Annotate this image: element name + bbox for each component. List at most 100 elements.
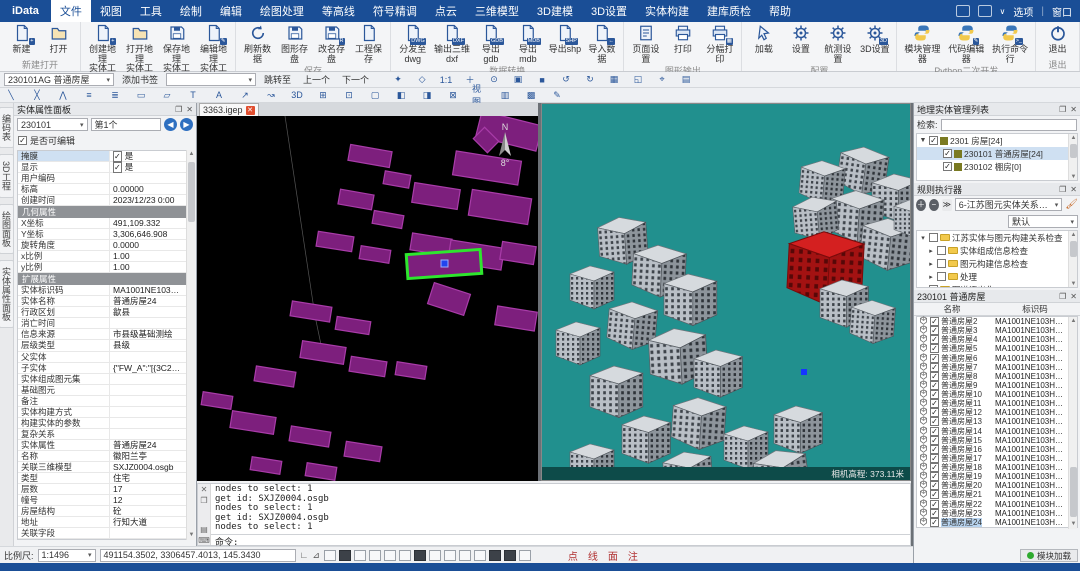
property-row[interactable]: 创建时间2023/12/23 0:00 [18,195,186,206]
entity-list[interactable]: ✓普通房屋2MA1001NE103H1535...✓普通房屋3MA1001NE1… [916,316,1078,528]
jump-to-button[interactable]: 跳转至 [260,73,295,86]
edit-icon[interactable]: ✎ [550,89,564,101]
rule-tree-item[interactable]: ▸处理 [917,270,1077,283]
property-row[interactable]: 标高0.00000 [18,184,186,195]
menu-tab-视图[interactable]: 视图 [91,0,131,22]
property-row[interactable]: 基础图元 [18,385,186,396]
expander-icon[interactable]: ▼ [919,137,927,144]
entity-checkbox[interactable]: ✓ [930,326,939,335]
menu-tab-编辑[interactable]: 编辑 [211,0,251,22]
map-canvas-2d[interactable]: N 8° [197,116,538,481]
rule-set-combo[interactable]: 6-江苏图元实体关系质检▾ [955,198,1063,211]
ribbon-button-导出gdb[interactable]: GDB导出gdb [472,23,509,65]
ribbon-button-分幅打印[interactable]: ▦分幅打印 [701,23,738,65]
property-row[interactable]: 父实体 [18,352,186,363]
expander-icon[interactable]: ▸ [927,247,935,255]
entity-type-tree[interactable]: ▼✓2301 房屋[24]✓230101 普通房屋[24]✓230102 棚房[… [916,133,1078,181]
tree-item[interactable]: ✓230101 普通房屋[24] [917,147,1077,160]
mode-button-注[interactable]: 注 [623,548,643,563]
menu-tab-建库质检[interactable]: 建库质检 [698,0,760,22]
document-tab[interactable]: 3363.igep ✕ [199,103,259,116]
property-row[interactable]: Y坐标3,306,646.908 [18,229,186,240]
entity-checkbox[interactable]: ✓ [930,509,939,518]
status-toggle-9[interactable] [459,550,471,561]
menu-tab-绘图处理[interactable]: 绘图处理 [251,0,313,22]
ribbon-button-执行命令行[interactable]: >_执行命令行 [988,23,1032,65]
rect-tool-icon[interactable]: ▭ [134,89,148,101]
cell-view-icon[interactable]: ⊡ [342,89,356,101]
mode-button-点[interactable]: 点 [563,548,583,563]
window-menu[interactable]: 窗口 [1052,4,1072,19]
property-value[interactable]: 3,306,646.908 [110,229,186,239]
menu-tab-帮助[interactable]: 帮助 [760,0,800,22]
entity-row[interactable]: ✓普通房屋24MA1001NE103H1535... [919,518,1067,527]
rule-checkbox[interactable] [937,246,946,255]
command-log[interactable]: nodes to select: 1get id: SXJZ0004.osgbn… [211,484,910,534]
prev-entity-button[interactable]: ◀ [164,118,177,131]
property-row[interactable]: 子实体{"FW_A":"[{3C2043E0-2897-... [18,363,186,374]
layer-combo[interactable]: 230101AG 普通房屋▾ [4,73,114,86]
property-grid-scrollbar[interactable]: ▲ ▼ [186,150,195,540]
status-toggle-5[interactable] [399,550,411,561]
status-toggle-4[interactable] [384,550,396,561]
status-toggle-7[interactable] [429,550,441,561]
dock-tab-3D工程[interactable]: 3D工程 [0,154,14,198]
entity-checkbox[interactable]: ✓ [930,390,939,399]
menu-tab-等高线[interactable]: 等高线 [313,0,364,22]
keyboard-icon[interactable]: ⌨ [198,536,210,545]
building-3d[interactable] [774,406,822,453]
ribbon-button-页面设置[interactable]: 页面设置 [627,23,664,65]
float-panel-icon[interactable]: ❐ [175,105,182,114]
status-toggle-2[interactable] [354,550,366,561]
profile-combo[interactable]: 默认▾ [1008,215,1078,228]
entity-checkbox[interactable]: ✓ [930,472,939,481]
property-value[interactable]: 2023/12/23 0:00 [110,195,186,205]
selection-handle[interactable] [441,260,448,267]
expander-icon[interactable]: ▸ [927,273,935,281]
ribbon-button-图形存盘[interactable]: 图形存盘 [276,23,313,65]
previous-button[interactable]: 上一个 [299,73,334,86]
hatch-icon[interactable]: ▩ [524,89,538,101]
rules-tree[interactable]: ▾江苏实体与图元构建关系检查▸实体组成信息检查▸图元构建信息检查▸处理图谱语义化… [916,230,1078,288]
ribbon-button-输出三维dxf[interactable]: DXF输出三维dxf [431,23,472,65]
search-input[interactable] [941,119,1077,131]
entity-checkbox[interactable]: ✓ [930,427,939,436]
dock-tab-绘图面板[interactable]: 绘图面板 [0,204,14,254]
layers-icon[interactable]: ▤ [679,74,693,86]
center-icon[interactable]: ⊙ [487,74,501,86]
close-panel-icon[interactable]: ✕ [1070,292,1077,301]
entity-index-box[interactable]: 第1个 [91,118,162,131]
menu-tab-3D建模[interactable]: 3D建模 [528,0,582,22]
property-row[interactable]: 层级类型县级 [18,340,186,351]
chevron-down-icon[interactable]: ∨ [1000,7,1006,16]
close-panel-icon[interactable]: ✕ [186,105,193,114]
close-panel-icon[interactable]: ✕ [1070,105,1077,114]
quick-save-icon[interactable] [978,5,992,17]
ribbon-button-模块管理器[interactable]: 模块管理器 [900,23,944,65]
history-icon[interactable]: ▤ [200,525,208,534]
entity-checkbox[interactable]: ✓ [930,500,939,509]
property-row[interactable]: 用户编码 [18,173,186,184]
snap-icon[interactable]: ◇ [415,74,429,86]
font-tool-icon[interactable]: A [212,89,226,101]
property-value[interactable]: 徽阳兰亭 [110,450,186,462]
ribbon-button-刷新数据[interactable]: 刷新数据 [239,23,276,65]
property-row[interactable]: 地址行知大道 [18,517,186,528]
entity-checkbox[interactable]: ✓ [930,408,939,417]
angle-icon[interactable]: ⊿ [312,550,320,561]
property-row[interactable]: 层数17 [18,484,186,495]
property-row[interactable]: y比例1.00 [18,262,186,273]
entity-checkbox[interactable]: ✓ [930,490,939,499]
property-value[interactable]: MA1001NE103H15351422... [110,285,186,295]
status-toggle-8[interactable] [444,550,456,561]
line-tool-icon[interactable]: ╲ [4,89,18,101]
mode-3d-icon[interactable]: 3D [290,89,304,101]
status-toggle-12[interactable] [504,550,516,561]
ribbon-button-加载[interactable]: 加载 [745,23,782,56]
close-box-icon[interactable]: ⊠ [446,89,460,101]
property-value[interactable]: 县级 [110,339,186,351]
ribbon-button-航测设置[interactable]: 航测设置 [819,23,856,65]
fill-icon[interactable]: ▣ [511,74,525,86]
property-value[interactable]: 17 [110,484,186,494]
ribbon-button-退出[interactable]: 退出 [1039,23,1076,56]
